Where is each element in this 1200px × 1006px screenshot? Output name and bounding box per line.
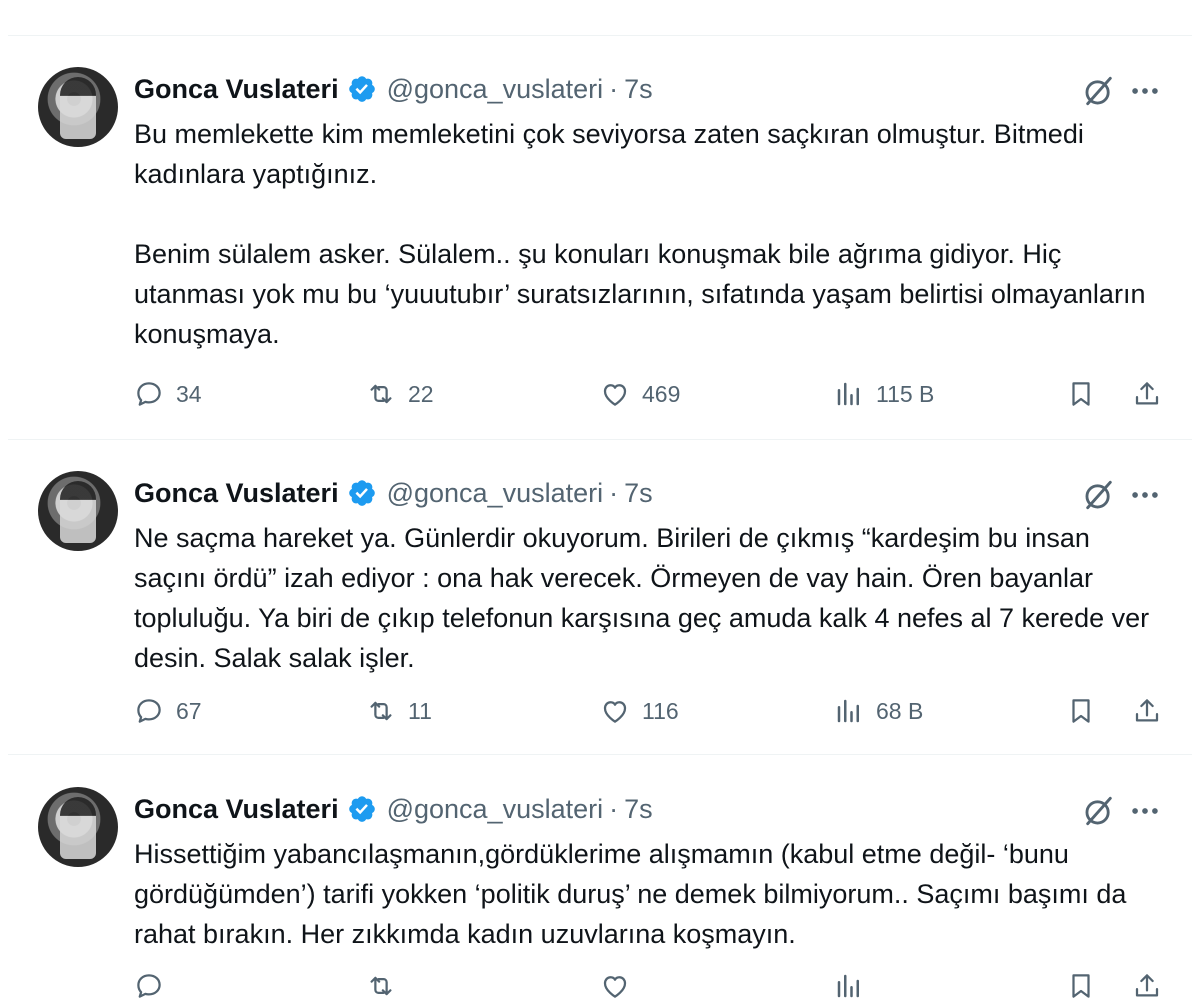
separator-dot: · (609, 477, 619, 508)
avatar[interactable] (38, 67, 118, 147)
tweet-time[interactable]: 7s (624, 478, 653, 509)
tweet[interactable]: Gonca Vuslateri @gonca_vuslateri · 7s Bu… (8, 36, 1192, 440)
tweet-paragraph: Ne saçma hareket ya. Günlerdir okuyorum.… (134, 523, 1150, 673)
action-bar: 67 11 116 68 B (134, 691, 1174, 731)
tweet[interactable]: Gonca Vuslateri @gonca_vuslateri · 7s Ne… (8, 440, 1192, 755)
views-icon (834, 379, 864, 409)
action-bar (134, 966, 1174, 1006)
bookmark-icon (1066, 696, 1096, 726)
tweet-text: Hissettiğim yabancılaşmanın,gördüklerime… (134, 834, 1164, 954)
share-button[interactable] (1132, 691, 1162, 731)
reply-icon (134, 971, 164, 1001)
previous-tweet-edge (0, 0, 1200, 36)
like-count: 469 (642, 380, 681, 407)
more-icon[interactable] (1128, 478, 1162, 512)
share-button[interactable] (1132, 374, 1162, 414)
reply-button[interactable] (134, 966, 176, 1006)
grok-icon[interactable] (1082, 478, 1116, 512)
verified-badge-icon (347, 794, 377, 824)
bookmark-icon (1066, 379, 1096, 409)
retweet-icon (366, 379, 396, 409)
share-button[interactable] (1132, 966, 1162, 1006)
like-button[interactable]: 469 (600, 374, 680, 414)
verified-badge-icon (347, 74, 377, 104)
grok-icon[interactable] (1082, 74, 1116, 108)
reply-count: 34 (176, 380, 202, 407)
user-handle[interactable]: @gonca_vuslateri (387, 794, 604, 825)
more-icon[interactable] (1128, 794, 1162, 828)
retweet-count: 22 (408, 380, 434, 407)
tweet-text: Ne saçma hareket ya. Günlerdir okuyorum.… (134, 518, 1164, 678)
heart-icon (600, 696, 630, 726)
tweet[interactable]: Gonca Vuslateri @gonca_vuslateri · 7s Hi… (8, 756, 1192, 981)
display-name[interactable]: Gonca Vuslateri (134, 478, 339, 509)
grok-icon[interactable] (1082, 794, 1116, 828)
tweet-time[interactable]: 7s (624, 794, 653, 825)
retweet-button[interactable]: 11 (366, 691, 432, 731)
more-icon[interactable] (1128, 74, 1162, 108)
bookmark-icon (1066, 971, 1096, 1001)
retweet-button[interactable] (366, 966, 408, 1006)
tweet-header: Gonca Vuslateri @gonca_vuslateri · 7s (134, 790, 653, 828)
views-icon (834, 696, 864, 726)
user-handle[interactable]: @gonca_vuslateri (387, 478, 604, 509)
like-count: 116 (642, 697, 679, 724)
reply-icon (134, 696, 164, 726)
tweet-paragraph: Hissettiğim yabancılaşmanın,gördüklerime… (134, 839, 1127, 949)
views-button[interactable] (834, 966, 876, 1006)
tweet-paragraph: Benim sülalem asker. Sülalem.. şu konula… (134, 239, 1146, 349)
retweet-count: 11 (408, 697, 432, 724)
share-icon (1132, 696, 1162, 726)
views-button[interactable]: 115 B (834, 374, 934, 414)
like-button[interactable] (600, 966, 642, 1006)
tweet-header: Gonca Vuslateri @gonca_vuslateri · 7s (134, 474, 653, 512)
views-button[interactable]: 68 B (834, 691, 923, 731)
tweet-time[interactable]: 7s (624, 74, 653, 105)
heart-icon (600, 379, 630, 409)
user-handle[interactable]: @gonca_vuslateri (387, 74, 604, 105)
reply-icon (134, 379, 164, 409)
avatar[interactable] (38, 471, 118, 551)
bookmark-button[interactable] (1066, 374, 1096, 414)
display-name[interactable]: Gonca Vuslateri (134, 74, 339, 105)
retweet-icon (366, 696, 396, 726)
avatar[interactable] (38, 787, 118, 867)
view-count: 115 B (876, 380, 935, 407)
bookmark-button[interactable] (1066, 966, 1096, 1006)
reply-button[interactable]: 34 (134, 374, 202, 414)
retweet-button[interactable]: 22 (366, 374, 434, 414)
views-icon (834, 971, 864, 1001)
reply-count: 67 (176, 697, 202, 724)
reply-button[interactable]: 67 (134, 691, 202, 731)
retweet-icon (366, 971, 396, 1001)
separator-dot: · (609, 793, 619, 824)
separator-dot: · (609, 73, 619, 104)
action-bar: 34 22 469 115 B (134, 374, 1174, 414)
share-icon (1132, 971, 1162, 1001)
heart-icon (600, 971, 630, 1001)
tweet-paragraph: Bu memlekette kim memleketini çok seviyo… (134, 119, 1084, 189)
bookmark-button[interactable] (1066, 691, 1096, 731)
tweet-text: Bu memlekette kim memleketini çok seviyo… (134, 114, 1164, 354)
share-icon (1132, 379, 1162, 409)
tweet-header: Gonca Vuslateri @gonca_vuslateri · 7s (134, 70, 653, 108)
like-button[interactable]: 116 (600, 691, 679, 731)
display-name[interactable]: Gonca Vuslateri (134, 794, 339, 825)
view-count: 68 B (876, 697, 924, 724)
verified-badge-icon (347, 478, 377, 508)
